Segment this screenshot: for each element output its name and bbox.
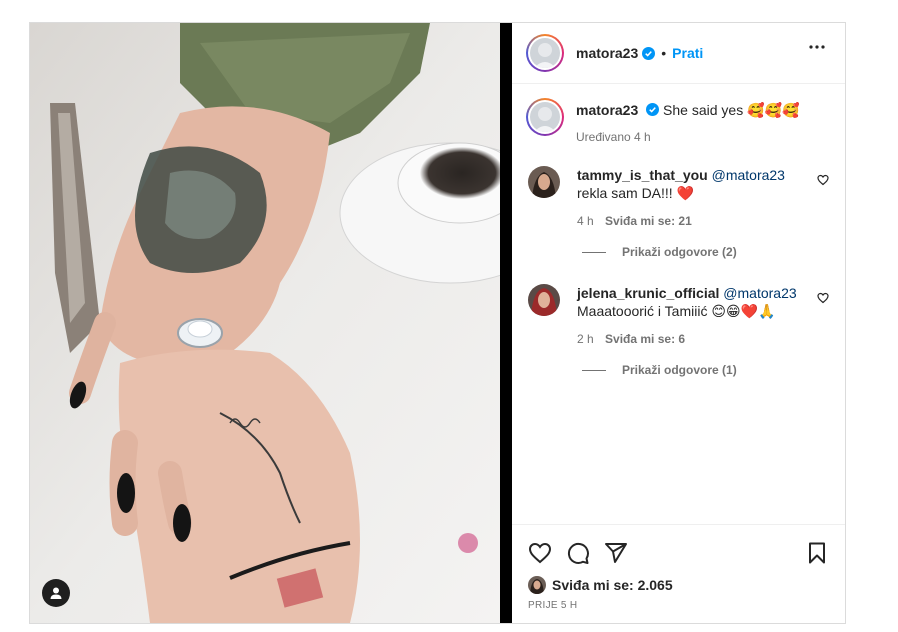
author-avatar-image <box>530 38 560 68</box>
liker-avatar <box>528 576 546 594</box>
more-options-icon[interactable] <box>809 45 825 49</box>
follow-button[interactable]: Prati <box>672 45 703 61</box>
commenter-avatar[interactable] <box>528 284 560 316</box>
comment-mention[interactable]: @matora23 <box>723 285 796 301</box>
comment-text: Maaatooorić i Tamiiić 😊😁❤️🙏 <box>577 303 776 319</box>
post-actions: Sviđa mi se: 2.065 PRIJE 5 H <box>512 524 845 611</box>
comment-time[interactable]: 4 h <box>577 214 594 228</box>
like-button[interactable] <box>528 541 552 565</box>
comment-username[interactable]: jelena_krunic_official <box>577 285 719 301</box>
replies-line <box>582 369 606 371</box>
caption-edited-label: Uređivano <box>576 130 631 144</box>
caption-time[interactable]: 4 h <box>634 130 651 144</box>
caption-avatar[interactable] <box>526 98 564 136</box>
post-side-panel: matora23 • Prati matora23 She said yes 🥰… <box>512 23 845 623</box>
comment-like-icon[interactable] <box>817 292 829 304</box>
view-replies-label: Prikaži odgovore (2) <box>622 245 737 259</box>
author-avatar[interactable] <box>526 34 564 72</box>
post-time-ago[interactable]: PRIJE 5 H <box>528 600 829 611</box>
post-header: matora23 • Prati <box>512 23 845 84</box>
comment-text: rekla sam DA!!! ❤️ <box>577 185 695 201</box>
view-replies-label: Prikaži odgovore (1) <box>622 363 737 377</box>
comment-time[interactable]: 2 h <box>577 332 594 346</box>
post-caption: matora23 She said yes 🥰🥰🥰 Uređivano 4 h <box>526 98 829 146</box>
comment-button[interactable] <box>566 541 590 565</box>
verified-badge-icon <box>642 46 656 60</box>
share-icon <box>605 543 627 563</box>
comment-icon <box>567 542 589 564</box>
heart-icon <box>528 542 552 564</box>
comment-item: tammy_is_that_you @matora23 rekla sam DA… <box>528 166 829 230</box>
caption-avatar-image <box>530 102 560 132</box>
save-button[interactable] <box>805 541 829 565</box>
comment-mention[interactable]: @matora23 <box>712 167 785 183</box>
user-tag-button[interactable] <box>42 579 70 607</box>
commenter-avatar[interactable] <box>528 166 560 198</box>
view-replies-button[interactable]: Prikaži odgovore (1) <box>582 363 737 377</box>
comment-like-icon[interactable] <box>817 174 829 186</box>
caption-meta: Uređivano 4 h <box>576 128 799 146</box>
view-replies-button[interactable]: Prikaži odgovore (2) <box>582 245 737 259</box>
likes-summary[interactable]: Sviđa mi se: 2.065 <box>528 576 829 594</box>
caption-verified-icon <box>646 103 660 116</box>
share-button[interactable] <box>604 541 628 565</box>
dot-separator: • <box>661 45 667 61</box>
photo-hands-ring <box>30 23 500 623</box>
media-edge <box>500 23 512 623</box>
comment-item: jelena_krunic_official @matora23 Maaatoo… <box>528 284 829 348</box>
likes-count: Sviđa mi se: 2.065 <box>552 577 673 593</box>
bookmark-icon <box>809 542 825 564</box>
author-username[interactable]: matora23 <box>576 45 638 61</box>
post-photo[interactable] <box>30 23 500 623</box>
comment-likes[interactable]: Sviđa mi se: 21 <box>605 214 692 228</box>
comment-username[interactable]: tammy_is_that_you <box>577 167 708 183</box>
comment-likes[interactable]: Sviđa mi se: 6 <box>605 332 685 346</box>
instagram-post: matora23 • Prati matora23 She said yes 🥰… <box>29 22 846 624</box>
replies-line <box>582 251 606 253</box>
caption-username[interactable]: matora23 <box>576 102 638 118</box>
user-tag-icon <box>50 587 62 599</box>
caption-text: She said yes 🥰🥰🥰 <box>663 102 800 118</box>
